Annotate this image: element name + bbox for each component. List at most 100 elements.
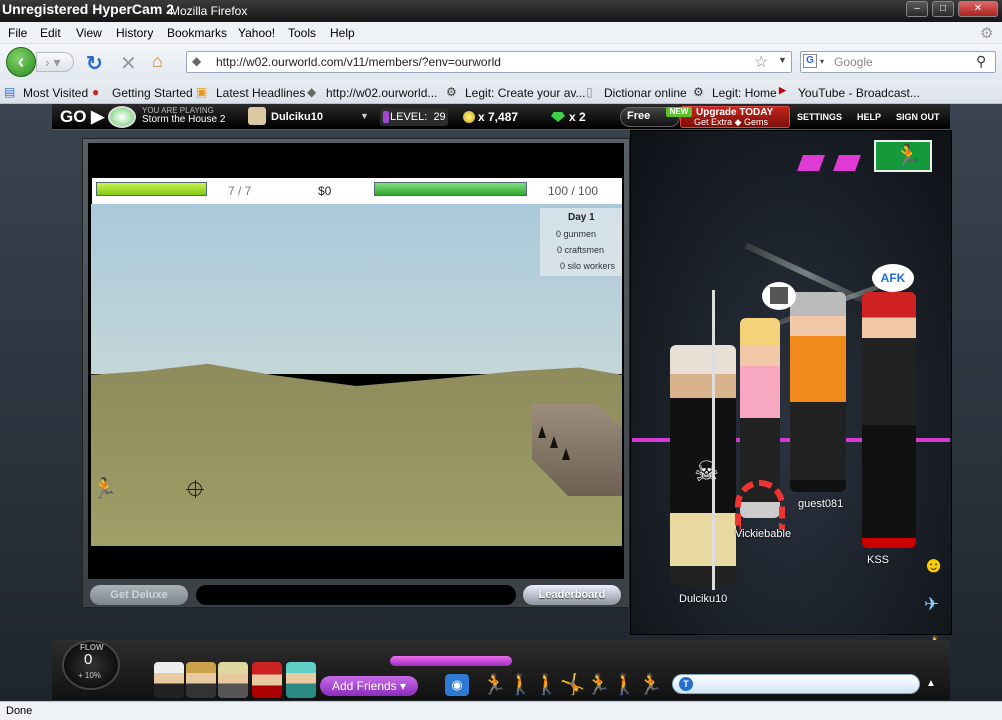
free-label[interactable]: Free	[627, 110, 650, 122]
menu-history[interactable]: History	[116, 26, 153, 40]
friend-avatar[interactable]	[252, 662, 282, 698]
google-engine-icon[interactable]: G	[803, 54, 817, 68]
emote-green-icon[interactable]: 🚶	[534, 672, 559, 697]
camera-icon[interactable]: ◉	[445, 674, 469, 696]
game-logo-icon[interactable]	[108, 106, 136, 128]
avatar-name-dulciku10[interactable]: Dulciku10	[679, 593, 727, 605]
emote-red-icon[interactable]: 🚶	[508, 672, 533, 697]
avatar-name-kss[interactable]: KSS	[867, 554, 889, 566]
home-icon[interactable]: ⌂	[152, 51, 163, 72]
emote-green-icon[interactable]: 🏃	[586, 672, 611, 697]
bookmark-youtube[interactable]: YouTube - Broadcast...	[798, 86, 920, 100]
bookmark-latest-headlines[interactable]: Latest Headlines	[216, 86, 305, 100]
minimize-button[interactable]: –	[906, 1, 928, 17]
user-avatar[interactable]	[248, 107, 266, 125]
menu-yahoo[interactable]: Yahoo!	[238, 26, 275, 40]
stop-icon[interactable]: ✕	[120, 51, 137, 76]
health-count: 100 / 100	[548, 184, 599, 198]
avatar-kss[interactable]	[862, 292, 916, 548]
user-dropdown-icon[interactable]: ▼	[360, 111, 369, 121]
day-label: Day 1	[568, 212, 595, 223]
bookmark-star-icon[interactable]: ☆	[754, 52, 768, 72]
engine-dropdown-icon[interactable]: ▾	[820, 57, 824, 66]
staff-prop	[712, 290, 715, 590]
enemy-stickman-icon[interactable]: 🏃	[92, 476, 117, 501]
bookmark-getting-started[interactable]: Getting Started	[112, 86, 193, 100]
skull-icon: ☠	[694, 456, 720, 487]
legit-home-favicon-icon: ⚙	[693, 85, 704, 99]
get-extra-gems-label[interactable]: Get Extra ◆ Gems	[694, 117, 768, 128]
search-icon[interactable]: ⚲	[976, 53, 986, 70]
friend-avatar[interactable]	[286, 662, 316, 698]
bookmark-dictionar[interactable]: Dictionar online	[604, 86, 687, 100]
bookmark-legit-home[interactable]: Legit: Home	[712, 86, 777, 100]
flow-value: 0	[84, 651, 93, 668]
friend-avatar[interactable]	[186, 662, 216, 698]
menu-view[interactable]: View	[76, 26, 102, 40]
level-display: LEVEL: 29	[390, 111, 446, 123]
username-label[interactable]: Dulciku10	[271, 111, 323, 123]
most-visited-icon: ▤	[4, 85, 16, 99]
menu-bookmarks[interactable]: Bookmarks	[167, 26, 227, 40]
search-input[interactable]	[800, 51, 996, 73]
rss-icon: ▣	[196, 85, 208, 99]
friend-avatar[interactable]	[218, 662, 248, 698]
gem-count: x 2	[569, 110, 586, 124]
menu-file[interactable]: File	[8, 26, 27, 40]
url-text[interactable]: http://w02.ourworld.com/v11/members/?env…	[216, 55, 501, 69]
emote-red-icon[interactable]: 🏃	[482, 672, 507, 697]
add-friends-button[interactable]: Add Friends ▾	[320, 676, 418, 696]
crosshair-v	[195, 480, 196, 498]
chat-type-icon[interactable]: T	[679, 677, 693, 691]
exit-icon[interactable]: 🏃	[894, 143, 921, 169]
money-display: $0	[318, 184, 332, 198]
level-icon	[383, 111, 389, 123]
sign-out-link[interactable]: SIGN OUT	[896, 112, 940, 122]
coin-icon	[463, 111, 475, 123]
flow-percent: + 10%	[78, 671, 101, 680]
craftsmen-count: 0 craftsmen	[557, 245, 605, 255]
current-game-name[interactable]: Storm the House 2	[142, 114, 225, 125]
reload-icon[interactable]: ↻	[86, 51, 103, 76]
avatar-name-guest081[interactable]: guest081	[798, 498, 843, 510]
status-text: Done	[6, 705, 33, 717]
settings-link[interactable]: SETTINGS	[797, 112, 842, 122]
back-button[interactable]: ‹	[6, 47, 36, 77]
maximize-button[interactable]: □	[932, 1, 954, 17]
window-title: Mozilla Firefox	[170, 4, 248, 18]
message-bar	[196, 585, 516, 605]
chat-expand-icon[interactable]: ▲	[926, 678, 936, 689]
dance-icon[interactable]: ✈	[924, 594, 939, 615]
health-bar	[374, 182, 527, 196]
smiley-icon[interactable]: ☻	[922, 552, 945, 578]
emote-green-icon[interactable]: 🚶	[612, 672, 637, 697]
bookmark-ourworld[interactable]: http://w02.ourworld...	[326, 86, 437, 100]
friend-avatar[interactable]	[154, 662, 184, 698]
menu-edit[interactable]: Edit	[40, 26, 61, 40]
coin-count: x 7,487	[478, 110, 519, 124]
site-favicon-icon: ◆	[192, 54, 202, 68]
ammo-bar	[96, 182, 207, 196]
menu-help[interactable]: Help	[330, 26, 355, 40]
emote-green-icon[interactable]: 🏃	[638, 672, 663, 697]
emote-white-icon[interactable]: 🤸	[560, 672, 585, 697]
bookmark-most-visited[interactable]: Most Visited	[23, 86, 88, 100]
close-button[interactable]: ✕	[958, 1, 998, 17]
status-bar	[0, 701, 1002, 720]
chat-input[interactable]	[672, 674, 920, 694]
avatar-name-vickiebable[interactable]: Vickiebable	[735, 528, 791, 540]
go-button[interactable]: GO ▶	[60, 107, 104, 127]
get-deluxe-button[interactable]: Get Deluxe	[90, 585, 188, 605]
avatar-guest081[interactable]	[790, 292, 846, 492]
search-placeholder: Google	[834, 55, 873, 69]
silo-workers-count: 0 silo workers	[560, 261, 616, 271]
leaderboard-button[interactable]: Leaderboard	[523, 585, 621, 605]
help-link[interactable]: HELP	[857, 112, 881, 122]
new-badge: NEW	[666, 107, 692, 117]
bookmark-legit-create[interactable]: Legit: Create your av...	[465, 86, 586, 100]
forward-button[interactable]: › ▾	[36, 52, 74, 72]
menu-tools[interactable]: Tools	[288, 26, 316, 40]
page-icon: ▯	[586, 85, 593, 99]
url-dropdown-icon[interactable]: ▼	[778, 55, 787, 65]
afk-bubble: AFK	[872, 264, 914, 292]
